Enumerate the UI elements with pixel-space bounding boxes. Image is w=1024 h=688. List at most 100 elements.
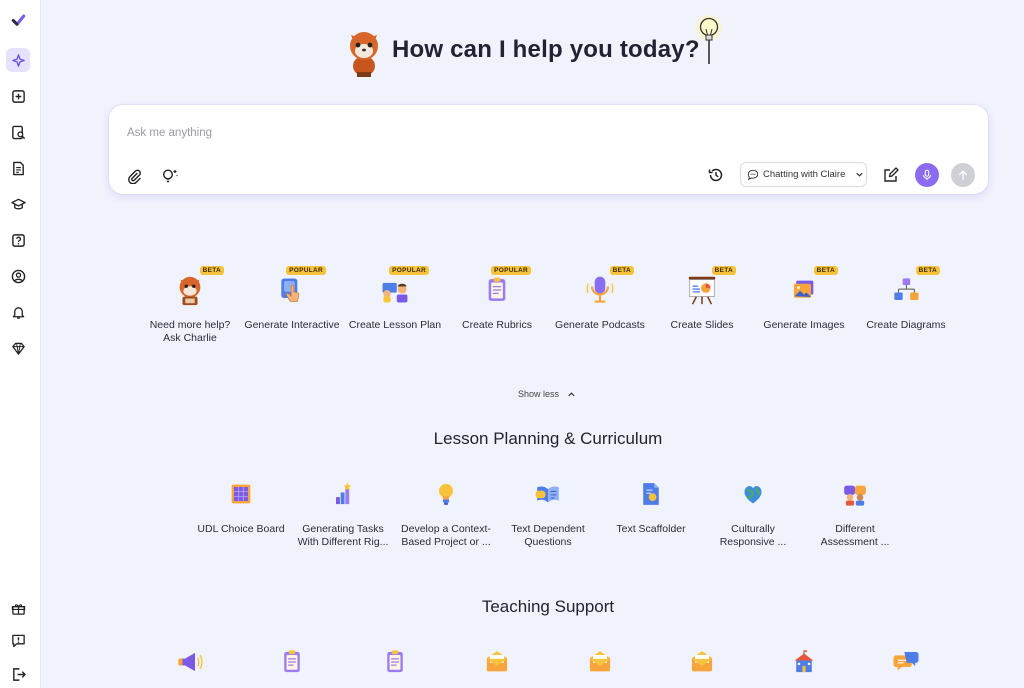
voice-input-button[interactable]: [915, 163, 939, 187]
megaphone-icon: [172, 644, 208, 680]
envelope-icon: [582, 644, 618, 680]
chat-composer: Chatting with Claire: [109, 105, 988, 194]
feature-create-diagrams[interactable]: BETA Create Diagrams: [856, 266, 956, 332]
feature-generate-images[interactable]: BETA Generate Images: [754, 266, 854, 332]
teaching-support-tool[interactable]: [242, 644, 342, 680]
fox-icon: [172, 272, 208, 308]
hero-header: How can I help you today?: [340, 15, 730, 82]
teaching-support-tool[interactable]: [652, 644, 752, 680]
tool-label: Text Scaffolder: [616, 523, 686, 535]
clipboard-icon: [479, 272, 515, 308]
microphone-icon: [582, 272, 618, 308]
tool-text-scaffolder[interactable]: Text Scaffolder: [601, 476, 701, 536]
feature-generate-interactive[interactable]: POPULAR Generate Interactive: [242, 266, 342, 332]
page-title: How can I help you today?: [392, 36, 700, 63]
feature-create-rubrics[interactable]: POPULAR Create Rubrics: [447, 266, 547, 332]
new-chat-edit-icon[interactable]: [880, 164, 902, 186]
chat-mode-label: Chatting with Claire: [763, 169, 846, 180]
beta-badge: BETA: [711, 266, 736, 275]
tool-culturally-responsive[interactable]: Culturally Responsive ...: [703, 476, 803, 549]
tool-label: Develop a Context-Based Project or ...: [401, 523, 491, 548]
search-document-icon[interactable]: [6, 120, 30, 144]
tool-label: Culturally Responsive ...: [719, 523, 787, 548]
teaching-support-tool[interactable]: [856, 644, 956, 680]
attach-paperclip-icon[interactable]: [123, 165, 145, 187]
teaching-support-tool[interactable]: [550, 644, 650, 680]
feature-label: Create Lesson Plan: [348, 319, 442, 331]
feature-label: Create Rubrics: [461, 319, 533, 331]
beta-badge: BETA: [609, 266, 634, 275]
ai-sparkle-icon[interactable]: [6, 48, 30, 72]
app-logo-icon[interactable]: [6, 8, 30, 32]
logout-icon[interactable]: [6, 662, 30, 686]
notification-bell-icon[interactable]: [6, 300, 30, 324]
presentation-icon: [684, 272, 720, 308]
clipboard-icon: [274, 644, 310, 680]
teaching-support-tool[interactable]: [345, 644, 445, 680]
section-title-teaching-support: Teaching Support: [481, 597, 615, 616]
envelope-icon: [479, 644, 515, 680]
tool-label: Different Assessment ...: [820, 523, 890, 548]
tool-context-based-project[interactable]: Develop a Context-Based Project or ...: [396, 476, 496, 549]
gift-icon[interactable]: [6, 596, 30, 620]
popular-badge: POPULAR: [389, 266, 429, 275]
open-book-icon: [530, 476, 566, 512]
sidebar: [0, 0, 41, 688]
tool-label: Generating Tasks With Different Rig...: [297, 523, 389, 548]
feature-generate-podcasts[interactable]: BETA Generate Podcasts: [550, 266, 650, 332]
lightbulb-icon: [428, 476, 464, 512]
add-note-icon[interactable]: [6, 84, 30, 108]
history-icon[interactable]: [705, 164, 727, 186]
feedback-icon[interactable]: [6, 628, 30, 652]
prompt-ideas-lightbulb-icon[interactable]: [159, 165, 181, 187]
microphone-icon: [921, 169, 933, 181]
touch-card-icon: [274, 272, 310, 308]
red-panda-mascot-icon: [344, 26, 384, 78]
beta-badge: BETA: [813, 266, 838, 275]
grid-board-icon: [223, 476, 259, 512]
tool-different-assessment[interactable]: Different Assessment ...: [805, 476, 905, 549]
graduation-cap-icon[interactable]: [6, 192, 30, 216]
chat-mode-select[interactable]: Chatting with Claire: [740, 162, 867, 187]
user-profile-icon[interactable]: [6, 264, 30, 288]
feature-label: Generate Podcasts: [555, 319, 645, 331]
feature-label: Create Slides: [670, 319, 734, 331]
feature-label: Create Diagrams: [866, 319, 946, 331]
lightbulb-icon: [694, 10, 724, 66]
document-icon: [633, 476, 669, 512]
show-less-toggle[interactable]: Show less: [518, 389, 576, 399]
document-icon[interactable]: [6, 156, 30, 180]
envelope-icon: [684, 644, 720, 680]
growth-bars-icon: [325, 476, 361, 512]
tool-label: Text Dependent Questions: [511, 523, 585, 548]
chat-input[interactable]: [127, 124, 827, 142]
help-question-icon[interactable]: [6, 228, 30, 252]
diagram-icon: [888, 272, 924, 308]
feature-label: Generate Interactive: [244, 319, 340, 331]
tool-udl-choice-board[interactable]: UDL Choice Board: [191, 476, 291, 536]
send-button[interactable]: [951, 163, 975, 187]
tool-text-dependent-questions[interactable]: Text Dependent Questions: [498, 476, 598, 549]
feature-create-slides[interactable]: BETA Create Slides: [652, 266, 752, 332]
feature-ask-charlie[interactable]: BETA Need more help? Ask Charlie: [140, 266, 240, 345]
tool-generating-tasks[interactable]: Generating Tasks With Different Rig...: [293, 476, 393, 549]
school-icon: [786, 644, 822, 680]
teaching-support-tool[interactable]: [140, 644, 240, 680]
feature-create-lesson-plan[interactable]: POPULAR Create Lesson Plan: [345, 266, 445, 332]
globe-icon: [735, 476, 771, 512]
teaching-support-tool[interactable]: [754, 644, 854, 680]
chat-bubble-icon: [747, 169, 759, 181]
chevron-up-icon: [567, 390, 576, 399]
teacher-board-icon: [377, 272, 413, 308]
arrow-up-icon: [957, 169, 969, 181]
teaching-support-tool[interactable]: [447, 644, 547, 680]
image-icon: [786, 272, 822, 308]
clipboard-icon: [377, 644, 413, 680]
beta-badge: BETA: [199, 266, 224, 275]
show-less-label: Show less: [518, 389, 560, 399]
tool-label: UDL Choice Board: [197, 523, 285, 535]
feature-label: Generate Images: [763, 319, 845, 331]
beta-badge: BETA: [915, 266, 940, 275]
diamond-icon[interactable]: [6, 336, 30, 360]
people-icon: [837, 476, 873, 512]
